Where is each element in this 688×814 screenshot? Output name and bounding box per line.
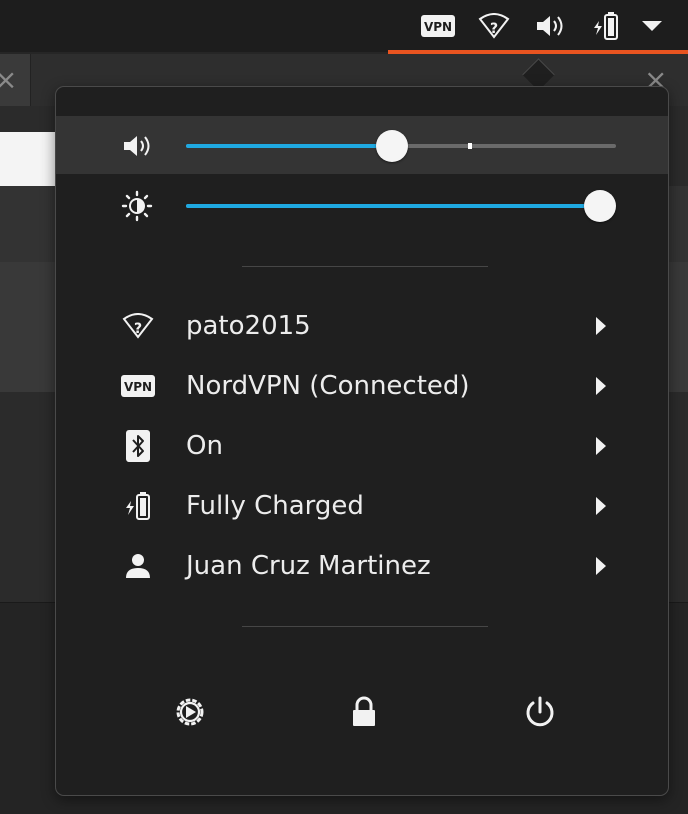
vpn-badge-text: VPN [124, 380, 152, 394]
brightness-slider-handle[interactable] [584, 190, 616, 222]
bluetooth-icon [120, 430, 156, 462]
settings-button[interactable] [168, 690, 212, 734]
menu-item-bluetooth[interactable]: On [56, 418, 666, 474]
lock-icon [353, 696, 375, 726]
svg-text:?: ? [490, 21, 498, 37]
chevron-right-icon [596, 377, 606, 395]
volume-slider-fill [186, 144, 393, 148]
battery-charging-icon[interactable] [588, 10, 624, 42]
menu-item-vpn-label: NordVPN (Connected) [186, 371, 470, 401]
lock-button[interactable] [342, 690, 386, 734]
volume-icon[interactable] [532, 10, 568, 42]
separator-top [242, 266, 488, 267]
chevron-right-icon [596, 497, 606, 515]
battery-charging-icon [120, 490, 156, 522]
chevron-right-icon [596, 317, 606, 335]
vpn-icon: VPN [120, 370, 156, 402]
chevron-right-icon [596, 557, 606, 575]
power-button[interactable] [518, 690, 562, 734]
active-indicator [388, 50, 688, 54]
top-panel: VPN ? [0, 0, 688, 52]
svg-text:?: ? [134, 321, 142, 337]
menu-arrow-icon[interactable] [638, 10, 666, 42]
volume-slider-max-mark [467, 143, 472, 149]
chevron-right-icon [596, 437, 606, 455]
vpn-badge-text: VPN [424, 20, 452, 34]
user-icon [120, 550, 156, 582]
wifi-unknown-icon[interactable]: ? [476, 10, 512, 42]
menu-item-battery[interactable]: Fully Charged [56, 478, 666, 534]
separator-bottom [242, 626, 488, 627]
power-icon [526, 696, 554, 727]
brightness-slider[interactable] [186, 204, 600, 208]
menu-item-vpn[interactable]: VPN NordVPN (Connected) [56, 358, 666, 414]
background-tab-close-icon[interactable]: × [0, 66, 17, 94]
menu-item-user-label: Juan Cruz Martinez [186, 551, 431, 581]
brightness-slider-fill [186, 204, 600, 208]
settings-icon [176, 698, 204, 726]
menu-item-wifi-label: pato2015 [186, 311, 311, 341]
menu-item-bluetooth-label: On [186, 431, 223, 461]
menu-item-battery-label: Fully Charged [186, 491, 364, 521]
brightness-icon [121, 190, 153, 222]
desktop: × × VPN ? ? pato2015 VPN NordVPN (Connec… [0, 0, 688, 814]
menu-item-wifi[interactable]: ? pato2015 [56, 298, 666, 354]
vpn-icon[interactable]: VPN [420, 10, 456, 42]
volume-high-icon [121, 130, 153, 162]
menu-item-user[interactable]: Juan Cruz Martinez [56, 538, 666, 594]
background-address-bar[interactable] [0, 132, 60, 186]
wifi-unknown-icon: ? [120, 310, 156, 342]
